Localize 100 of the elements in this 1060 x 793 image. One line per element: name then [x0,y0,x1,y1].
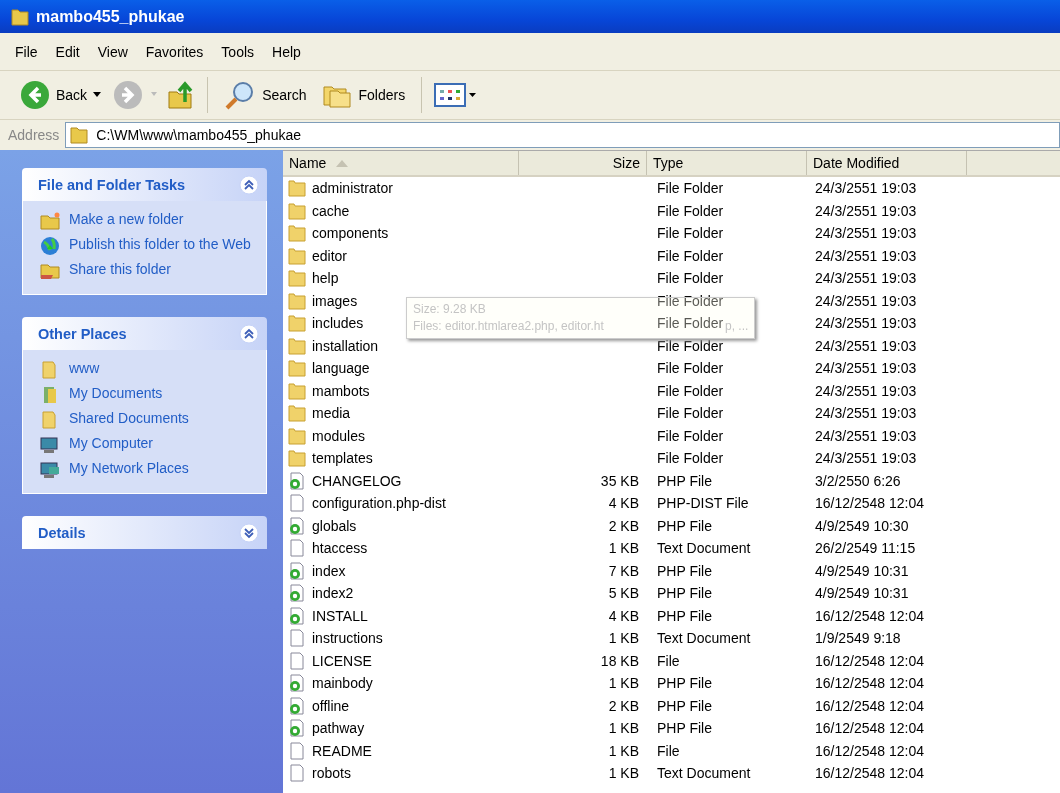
date-modified: 24/3/2551 19:03 [815,405,917,422]
menu-item[interactable]: View [90,41,135,62]
caret-icon [93,92,102,98]
file-name[interactable]: images [312,292,358,309]
file-type: File [657,742,680,759]
task-link[interactable]: My Computer [69,435,154,452]
file-name[interactable]: configuration.php-dist [312,495,446,512]
file-name[interactable]: administrator [312,180,393,197]
file-name[interactable]: mainbody [312,675,373,692]
folder-icon [288,336,306,355]
file-type: PHP File [657,562,712,579]
task-link[interactable]: Publish this folder to the Web [69,236,251,253]
date-modified: 16/12/2548 12:04 [815,720,924,737]
file-type: File Folder [657,337,724,354]
task-link[interactable]: Shared Documents [69,410,189,427]
column-header[interactable]: Size [519,151,647,175]
folder-icon [10,6,30,27]
folder-icon [288,246,306,265]
column-header[interactable]: Name [283,151,519,175]
file-icon [288,629,306,648]
file-type: PHP File [657,607,712,624]
file-name[interactable]: README [312,742,372,759]
file-name[interactable]: globals [312,517,357,534]
date-modified: 24/3/2551 19:03 [815,180,917,197]
file-name[interactable]: instructions [312,630,383,647]
search-button[interactable]: Search [220,78,311,112]
file-size: 1 KB [608,540,639,557]
sort-arrow-icon [336,159,349,167]
folders-button[interactable]: Folders [318,79,410,111]
folder-icon [288,381,306,400]
date-modified: 24/3/2551 19:03 [815,382,917,399]
file-name[interactable]: LICENSE [312,652,372,669]
date-modified: 24/3/2551 19:03 [815,270,917,287]
collapse-icon[interactable] [239,174,259,195]
menu-item[interactable]: Help [265,41,308,62]
expand-icon[interactable] [239,522,259,543]
file-name[interactable]: media [312,405,351,422]
date-modified: 16/12/2548 12:04 [815,652,924,669]
php-file-icon [288,584,306,603]
file-name[interactable]: cache [312,202,350,219]
views-button[interactable] [434,81,479,109]
date-modified: 16/12/2548 12:04 [815,675,924,692]
file-name[interactable]: offline [312,697,350,714]
panel-title: Other Places [38,325,127,342]
file-type: File Folder [657,360,724,377]
file-type: File Folder [657,427,724,444]
task-link[interactable]: My Network Places [69,460,189,477]
date-modified: 24/3/2551 19:03 [815,337,917,354]
address-field[interactable]: C:\WM\www\mambo455_phukae [65,122,1060,148]
date-modified: 16/12/2548 12:04 [815,765,924,782]
file-icon [288,494,306,513]
file-type: File Folder [657,270,724,287]
file-name[interactable]: includes [312,315,364,332]
file-type: File Folder [657,225,724,242]
task-link[interactable]: www [69,360,100,377]
task-link[interactable]: Make a new folder [69,211,184,228]
file-name[interactable]: templates [312,450,373,467]
file-name[interactable]: components [312,225,389,242]
file-size: 7 KB [608,562,639,579]
menu-item[interactable]: Tools [214,41,262,62]
file-size: 2 KB [608,697,639,714]
file-name[interactable]: index [312,562,346,579]
file-type: PHP File [657,517,712,534]
date-modified: 26/2/2549 11:15 [815,540,916,557]
tooltip-text: p, ... [725,318,749,335]
file-name[interactable]: CHANGELOG [312,472,402,489]
file-name[interactable]: robots [312,765,351,782]
php-file-icon [288,606,306,625]
address-label: Address [8,127,60,143]
file-type: PHP File [657,472,712,489]
file-name[interactable]: modules [312,427,365,444]
php-file-icon [288,471,306,490]
folder-icon [39,211,61,231]
file-type: File Folder [657,292,724,309]
file-name[interactable]: mambots [312,382,370,399]
file-type: PHP-DIST File [657,495,749,512]
date-modified: 24/3/2551 19:03 [815,360,917,377]
task-link[interactable]: Share this folder [69,261,171,278]
task-link[interactable]: My Documents [69,385,163,402]
file-name[interactable]: language [312,360,370,377]
menu-item[interactable]: File [8,41,45,62]
file-name[interactable]: installation [312,337,379,354]
folder-icon [288,449,306,468]
file-size: 18 KB [600,652,639,669]
date-modified: 24/3/2551 19:03 [815,247,917,264]
file-name[interactable]: pathway [312,720,365,737]
date-modified: 16/12/2548 12:04 [815,697,924,714]
column-header[interactable]: Type [647,151,807,175]
folder-icon [288,179,306,198]
file-name[interactable]: INSTALL [312,607,368,624]
menu-item[interactable]: Favorites [138,41,211,62]
collapse-icon[interactable] [239,323,259,344]
menu-item[interactable]: Edit [48,41,87,62]
file-name[interactable]: index2 [312,585,354,602]
file-name[interactable]: editor [312,247,348,264]
globe-icon [39,236,61,256]
file-name[interactable]: htaccess [312,540,368,557]
file-name[interactable]: help [312,270,339,287]
column-header[interactable]: Date Modified [807,151,967,175]
back-button[interactable]: Back [16,78,106,112]
